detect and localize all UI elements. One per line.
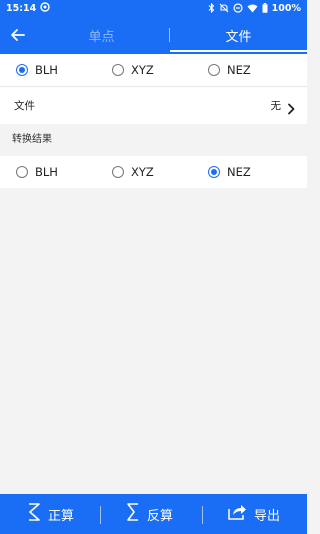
- share-export-icon: [227, 503, 247, 525]
- battery-icon: [262, 3, 268, 13]
- chevron-right-icon: [286, 100, 296, 115]
- toolbar-divider: [100, 506, 101, 524]
- result-option-label: XYZ: [131, 165, 154, 179]
- notification-icon: [40, 1, 50, 15]
- source-option-label: NEZ: [227, 63, 251, 77]
- forward-calc-button[interactable]: 正算: [27, 494, 74, 534]
- radio-unselected-icon[interactable]: [16, 166, 28, 178]
- export-label: 导出: [254, 508, 281, 524]
- result-option-label: BLH: [35, 165, 58, 179]
- bottom-toolbar: 正算 反算 导出: [0, 494, 307, 534]
- source-option-blh[interactable]: BLH: [16, 54, 58, 86]
- result-option-label: NEZ: [227, 165, 251, 179]
- result-option-nez[interactable]: NEZ: [208, 156, 251, 188]
- forward-calc-label: 正算: [48, 508, 75, 524]
- bluetooth-icon: [208, 3, 215, 13]
- mute-icon: [219, 3, 229, 13]
- active-tab-indicator: [170, 50, 307, 52]
- result-option-xyz[interactable]: XYZ: [112, 156, 154, 188]
- status-left: 15:14: [6, 1, 50, 15]
- status-bar: 15:14 100%: [0, 0, 307, 16]
- radio-selected-icon[interactable]: [16, 64, 28, 76]
- inverse-calc-button[interactable]: 反算: [126, 494, 173, 534]
- sigma-icon: [126, 502, 140, 526]
- radio-selected-icon[interactable]: [208, 166, 220, 178]
- inverse-calc-label: 反算: [147, 508, 174, 524]
- source-option-label: XYZ: [131, 63, 154, 77]
- file-label: 文件: [14, 100, 35, 112]
- radio-unselected-icon[interactable]: [208, 64, 220, 76]
- source-coord-radio-group: BLH XYZ NEZ: [0, 54, 307, 86]
- result-option-blh[interactable]: BLH: [16, 156, 58, 188]
- status-time: 15:14: [6, 2, 37, 14]
- back-arrow-icon[interactable]: [8, 25, 28, 45]
- export-button[interactable]: 导出: [227, 494, 280, 534]
- battery-level: 100%: [271, 2, 301, 14]
- result-section-label: 转换结果: [12, 134, 52, 145]
- dnd-icon: [233, 3, 243, 13]
- source-option-label: BLH: [35, 63, 58, 77]
- tab-single-point[interactable]: 单点: [34, 16, 169, 54]
- radio-unselected-icon[interactable]: [112, 64, 124, 76]
- wifi-icon: [247, 4, 258, 13]
- nav-bar: 单点 文件: [0, 16, 307, 54]
- radio-unselected-icon[interactable]: [112, 166, 124, 178]
- source-option-nez[interactable]: NEZ: [208, 54, 251, 86]
- result-coord-radio-group: BLH XYZ NEZ: [0, 156, 307, 188]
- toolbar-divider: [202, 506, 203, 524]
- forward-calc-icon: [27, 502, 41, 526]
- file-select-row[interactable]: 文件 无: [0, 86, 307, 124]
- file-value: 无: [270, 100, 282, 112]
- source-option-xyz[interactable]: XYZ: [112, 54, 154, 86]
- tab-file[interactable]: 文件: [170, 16, 307, 54]
- status-right: 100%: [208, 3, 301, 14]
